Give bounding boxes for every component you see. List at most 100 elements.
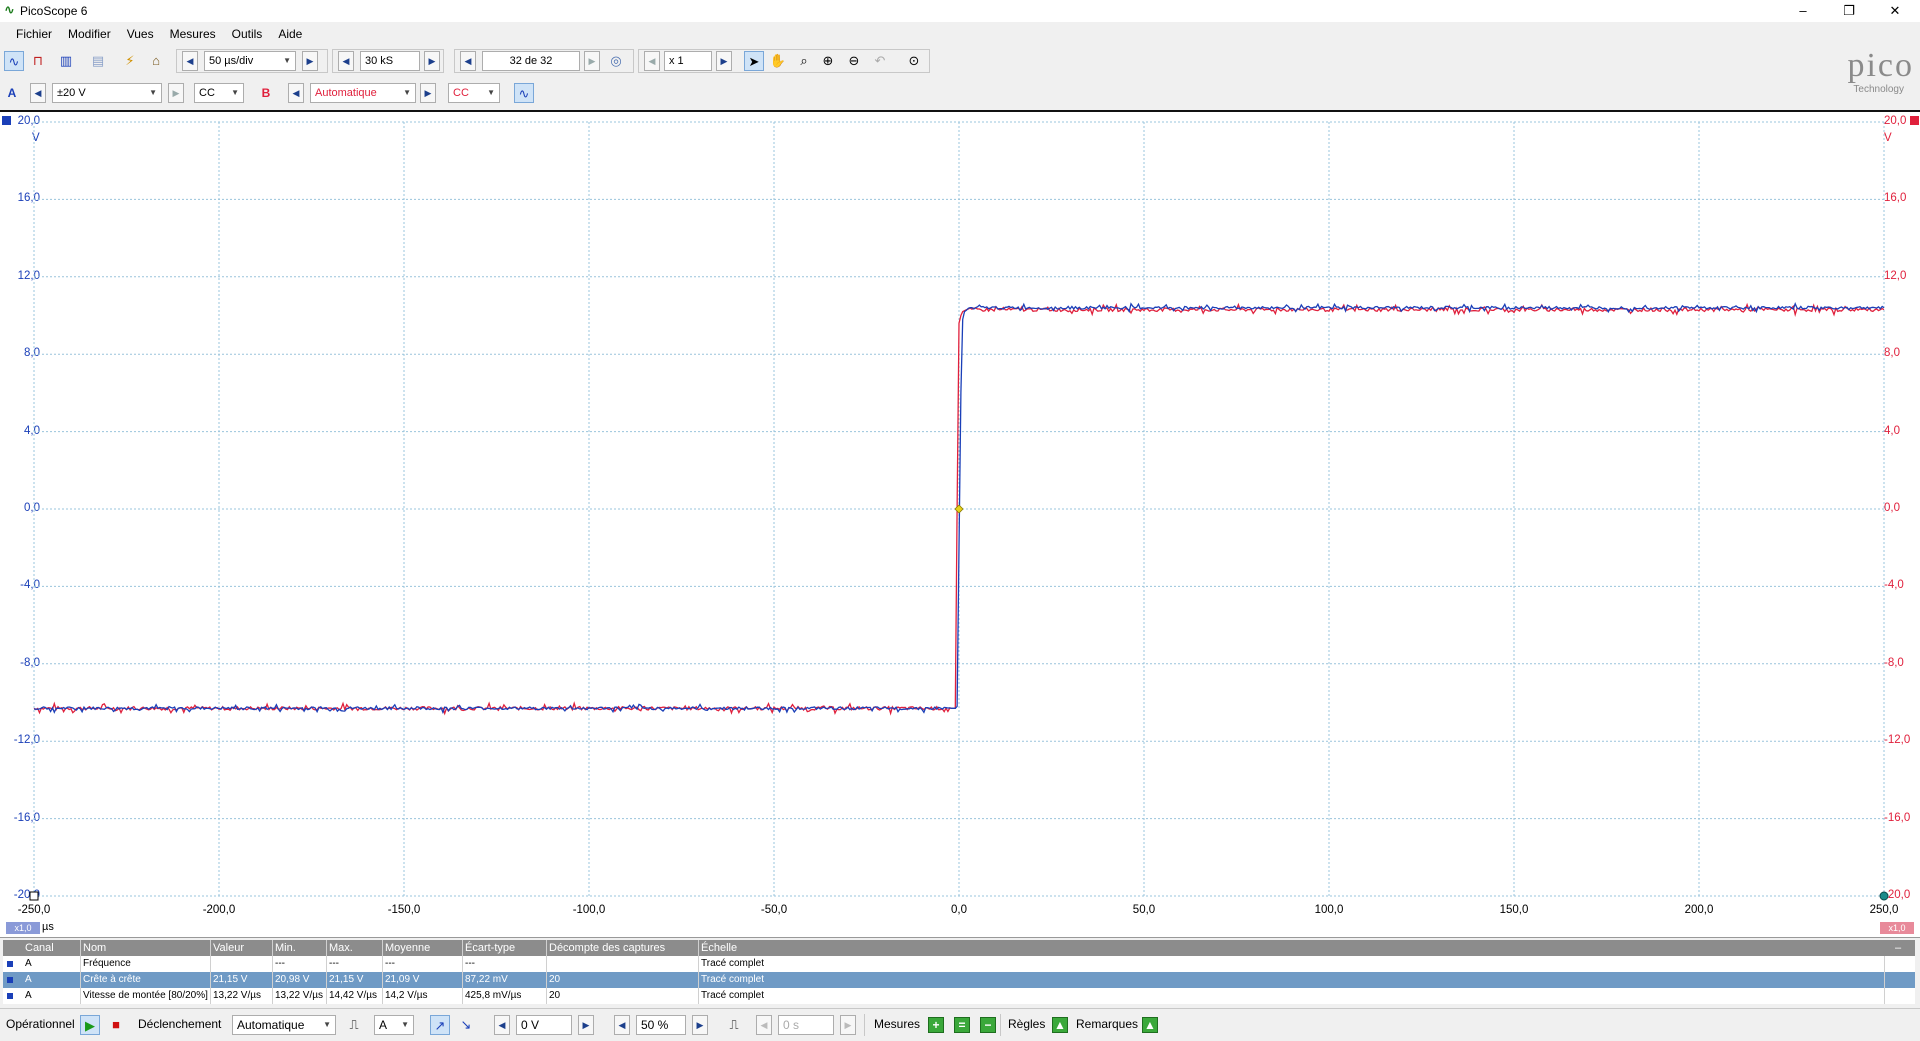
advanced-trigger-icon[interactable]: ⎍ bbox=[344, 1015, 364, 1035]
menu-modifier[interactable]: Modifier bbox=[60, 24, 119, 44]
cell-nom: Fréquence bbox=[81, 956, 211, 972]
table-row[interactable]: A Crête à crête 21,15 V 20,98 V 21,15 V 21,09… bbox=[3, 972, 1915, 988]
x-tick: 200,0 bbox=[1684, 904, 1714, 916]
col-canal[interactable]: Canal bbox=[23, 940, 81, 956]
menu-mesures[interactable]: Mesures bbox=[162, 24, 224, 44]
rules-button[interactable]: ▲ bbox=[1052, 1017, 1068, 1033]
signal-ruler-handle bbox=[1879, 891, 1889, 901]
samples-field[interactable]: 30 kS bbox=[360, 51, 420, 71]
notes-button[interactable]: ▲ bbox=[1142, 1017, 1158, 1033]
spectrum-mode-icon[interactable]: ▥ bbox=[56, 51, 76, 71]
col-max[interactable]: Max. bbox=[327, 940, 383, 956]
x-tick: 0,0 bbox=[951, 904, 967, 916]
undo-zoom-icon[interactable]: ↶ bbox=[870, 51, 890, 71]
post-trigger-icon[interactable]: ⎍ bbox=[724, 1015, 744, 1035]
zoom-in-icon[interactable]: ⊕ bbox=[818, 51, 838, 71]
trigger-level-prev-button[interactable]: ◀ bbox=[494, 1015, 510, 1035]
chA-range-select[interactable]: ±20 V bbox=[52, 83, 162, 103]
measures-label: Mesures bbox=[874, 1017, 921, 1031]
collapse-button[interactable]: – bbox=[1893, 940, 1913, 956]
close-button[interactable]: ✕ bbox=[1872, 0, 1918, 22]
trigger-level-field[interactable]: 0 V bbox=[516, 1015, 572, 1035]
col-echelle[interactable]: Échelle bbox=[699, 940, 1885, 956]
cell-nom: Crête à crête bbox=[81, 972, 211, 988]
delay-next-button[interactable]: ▶ bbox=[840, 1015, 856, 1035]
samples-next-button[interactable]: ▶ bbox=[424, 51, 440, 71]
menu-vues[interactable]: Vues bbox=[119, 24, 162, 44]
scope-mode-icon[interactable]: ∿ bbox=[4, 51, 24, 71]
pointer-tool-icon[interactable]: ➤ bbox=[744, 51, 764, 71]
table-row[interactable]: A Fréquence --- --- --- --- Tracé complet bbox=[3, 956, 1915, 972]
delay-field[interactable]: 0 s bbox=[778, 1015, 834, 1035]
pretrigger-field[interactable]: 50 % bbox=[636, 1015, 686, 1035]
falling-edge-icon[interactable]: ↘ bbox=[456, 1015, 476, 1035]
menu-outils[interactable]: Outils bbox=[224, 24, 271, 44]
delay-prev-button[interactable]: ◀ bbox=[756, 1015, 772, 1035]
waveform-plot[interactable] bbox=[0, 112, 1920, 904]
pretrigger-prev-button[interactable]: ◀ bbox=[614, 1015, 630, 1035]
remove-measure-button[interactable]: − bbox=[980, 1017, 996, 1033]
channel-options-icon[interactable]: ∿ bbox=[514, 83, 534, 103]
rising-edge-icon[interactable]: ↗ bbox=[430, 1015, 450, 1035]
chB-coupling-select[interactable]: CC bbox=[448, 83, 500, 103]
col-decompte[interactable]: Décompte des captures bbox=[547, 940, 699, 956]
zoom-area-icon[interactable]: ⌕ bbox=[794, 51, 814, 71]
chA-range-prev-button[interactable]: ◀ bbox=[30, 83, 46, 103]
stop-icon[interactable]: ■ bbox=[106, 1015, 126, 1035]
channel-b-label[interactable]: B bbox=[256, 83, 276, 103]
timebase-next-button[interactable]: ▶ bbox=[302, 51, 318, 71]
minimize-button[interactable]: – bbox=[1780, 0, 1826, 22]
scale-left-badge[interactable]: x1,0 bbox=[6, 922, 40, 934]
start-icon[interactable]: ▶ bbox=[80, 1015, 100, 1035]
channel-color-marker bbox=[7, 977, 13, 983]
timebase-select[interactable]: 50 µs/div bbox=[204, 51, 296, 71]
col-ecart-type[interactable]: Écart-type bbox=[463, 940, 547, 956]
cell-valeur: 13,22 V/µs bbox=[211, 988, 273, 1004]
chA-range-next-button[interactable]: ▶ bbox=[168, 83, 184, 103]
zoom-next-button[interactable]: ▶ bbox=[716, 51, 732, 71]
add-measure-button[interactable]: + bbox=[928, 1017, 944, 1033]
cell-echelle: Tracé complet bbox=[699, 988, 1885, 1004]
auto-setup-icon[interactable]: ⚡ bbox=[120, 51, 140, 71]
col-min[interactable]: Min. bbox=[273, 940, 327, 956]
scale-right-badge[interactable]: x1,0 bbox=[1880, 922, 1914, 934]
capture-field[interactable]: 32 de 32 bbox=[482, 51, 580, 71]
trigger-mode-select[interactable]: Automatique bbox=[232, 1015, 336, 1035]
chA-coupling-select[interactable]: CC bbox=[194, 83, 244, 103]
navigator-icon[interactable]: ◎ bbox=[606, 51, 626, 71]
zoom-prev-button[interactable]: ◀ bbox=[644, 51, 660, 71]
samples-prev-button[interactable]: ◀ bbox=[338, 51, 354, 71]
menu-aide[interactable]: Aide bbox=[270, 24, 310, 44]
zoom-out-icon[interactable]: ⊖ bbox=[844, 51, 864, 71]
table-row[interactable]: A Vitesse de montée [80/20%] 13,22 V/µs 13,… bbox=[3, 988, 1915, 1004]
rules-label: Règles bbox=[1008, 1017, 1046, 1031]
restore-button[interactable]: ❐ bbox=[1826, 0, 1872, 22]
trigger-level-next-button[interactable]: ▶ bbox=[578, 1015, 594, 1035]
chB-range-select[interactable]: Automatique bbox=[310, 83, 416, 103]
col-valeur[interactable]: Valeur bbox=[211, 940, 273, 956]
channel-a-label[interactable]: A bbox=[2, 83, 22, 103]
cell-min: 20,98 V bbox=[273, 972, 327, 988]
timebase-prev-button[interactable]: ◀ bbox=[182, 51, 198, 71]
home-icon[interactable]: ⌂ bbox=[146, 51, 166, 71]
x-tick: 250,0 bbox=[1869, 904, 1899, 916]
zoom-fit-icon[interactable]: ⊙ bbox=[904, 51, 924, 71]
edit-measure-button[interactable]: = bbox=[954, 1017, 970, 1033]
chB-range-next-button[interactable]: ▶ bbox=[420, 83, 436, 103]
capture-prev-button[interactable]: ◀ bbox=[460, 51, 476, 71]
cell-min: --- bbox=[273, 956, 327, 972]
pretrigger-next-button[interactable]: ▶ bbox=[692, 1015, 708, 1035]
menu-fichier[interactable]: Fichier bbox=[8, 24, 60, 44]
persistence-mode-icon[interactable]: ⊓ bbox=[28, 51, 48, 71]
col-nom[interactable]: Nom bbox=[81, 940, 211, 956]
zoom-field[interactable]: x 1 bbox=[664, 51, 712, 71]
window-title: PicoScope 6 bbox=[20, 4, 88, 18]
cell-canal: A bbox=[23, 956, 81, 972]
chB-range-prev-button[interactable]: ◀ bbox=[288, 83, 304, 103]
x-tick: -250,0 bbox=[17, 904, 51, 916]
serial-mode-icon[interactable]: ▤ bbox=[88, 51, 108, 71]
col-moyenne[interactable]: Moyenne bbox=[383, 940, 463, 956]
capture-next-button[interactable]: ▶ bbox=[584, 51, 600, 71]
trigger-channel-select[interactable]: A bbox=[374, 1015, 414, 1035]
hand-tool-icon[interactable]: ✋ bbox=[768, 51, 788, 71]
